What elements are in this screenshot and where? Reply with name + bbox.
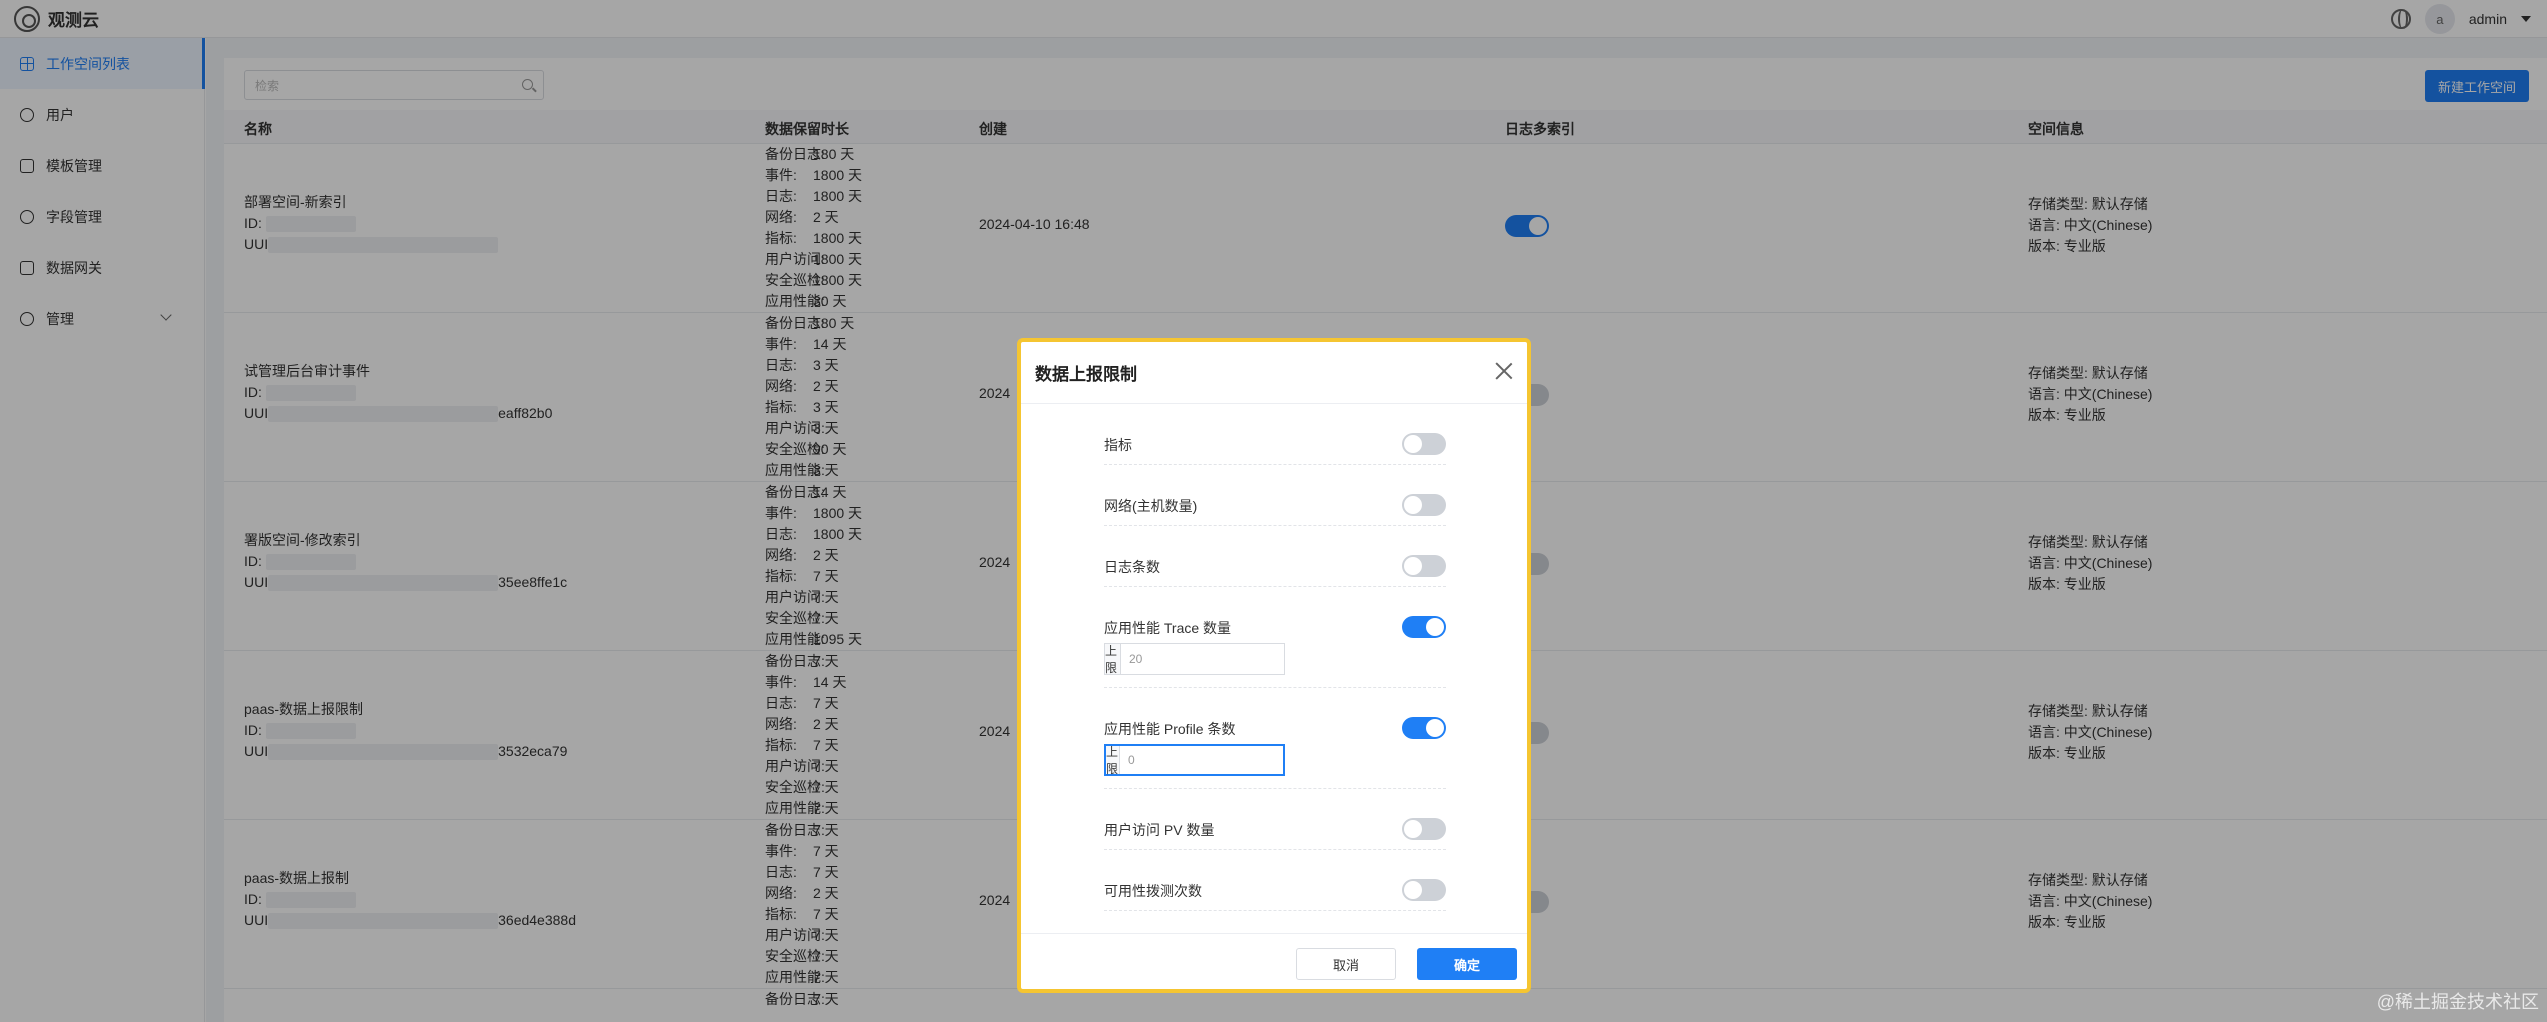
limit-toggle[interactable] — [1402, 616, 1446, 638]
toggle-knob — [1404, 881, 1422, 899]
modal-header: 数据上报限制 — [1021, 342, 1527, 404]
toggle-knob — [1404, 496, 1422, 514]
limit-label: 日志条数 — [1104, 559, 1160, 575]
limit-row: 用户访问 PV 数量 — [1104, 789, 1446, 850]
limit-row: 应用性能 Profile 条数上限 — [1104, 688, 1446, 789]
toggle-knob — [1426, 719, 1444, 737]
limit-toggle[interactable] — [1402, 818, 1446, 840]
modal-title: 数据上报限制 — [1035, 365, 1137, 384]
limit-cap-input[interactable] — [1121, 644, 1284, 674]
modal-footer: 取消 确定 — [1021, 933, 1527, 989]
limit-label: 应用性能 Profile 条数 — [1104, 721, 1236, 737]
cancel-button[interactable]: 取消 — [1296, 948, 1396, 980]
toggle-knob — [1404, 820, 1422, 838]
limit-label: 可用性拨测次数 — [1104, 883, 1202, 899]
limit-toggle[interactable] — [1402, 494, 1446, 516]
limit-toggle[interactable] — [1402, 717, 1446, 739]
limit-toggle[interactable] — [1402, 879, 1446, 901]
limit-cap-label: 上限 — [1106, 745, 1120, 776]
close-icon[interactable] — [1495, 362, 1513, 380]
limit-row: 日志条数 — [1104, 526, 1446, 587]
toggle-knob — [1404, 557, 1422, 575]
modal-body: 指标网络(主机数量)日志条数应用性能 Trace 数量上限应用性能 Profil… — [1021, 404, 1527, 933]
limit-toggle[interactable] — [1402, 433, 1446, 455]
limit-toggle[interactable] — [1402, 555, 1446, 577]
limit-cap-input[interactable] — [1120, 746, 1283, 774]
limit-label: 用户访问 PV 数量 — [1104, 822, 1215, 838]
limit-label: 指标 — [1104, 437, 1132, 453]
limit-row: 网络(主机数量) — [1104, 465, 1446, 526]
limit-row: 指标 — [1104, 404, 1446, 465]
limit-cap-field[interactable]: 上限 — [1104, 643, 1285, 675]
limit-row: 可用性拨测次数 — [1104, 850, 1446, 911]
limit-label: 网络(主机数量) — [1104, 498, 1198, 514]
confirm-button[interactable]: 确定 — [1417, 948, 1517, 980]
toggle-knob — [1426, 618, 1444, 636]
report-limit-modal: 数据上报限制 指标网络(主机数量)日志条数应用性能 Trace 数量上限应用性能… — [1017, 338, 1531, 993]
toggle-knob — [1404, 435, 1422, 453]
limit-cap-field[interactable]: 上限 — [1104, 744, 1285, 776]
limit-cap-label: 上限 — [1105, 644, 1121, 675]
limit-row: 应用性能 Trace 数量上限 — [1104, 587, 1446, 688]
limit-label: 应用性能 Trace 数量 — [1104, 620, 1232, 636]
watermark: @稀土掘金技术社区 — [2376, 992, 2539, 1012]
